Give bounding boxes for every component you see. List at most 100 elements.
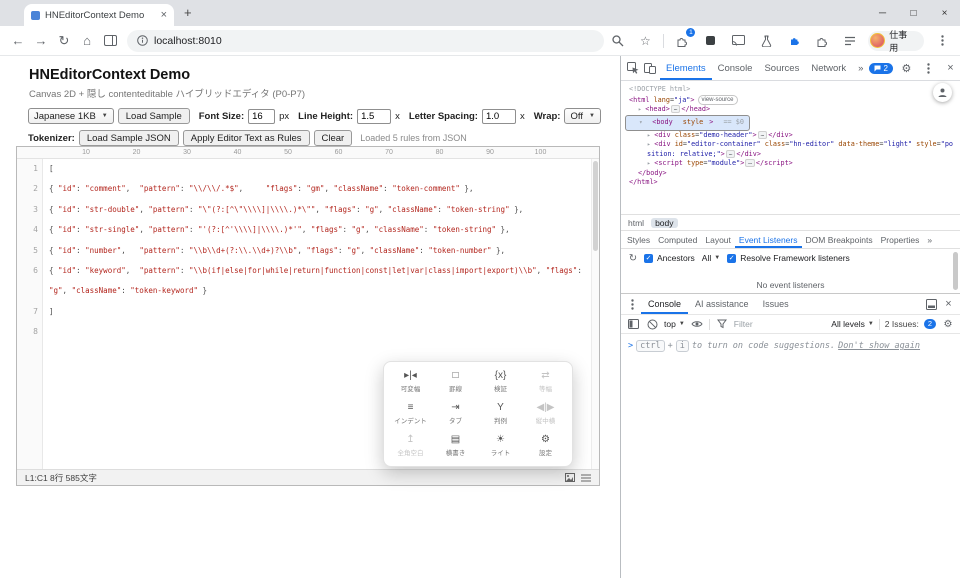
tab-styles[interactable]: Styles — [623, 231, 654, 248]
line-content[interactable]: { "id": "str-double", "pattern": "\"(?:[… — [43, 200, 591, 220]
window-maximize-button[interactable]: □ — [898, 0, 929, 26]
devtools-menu-icon[interactable] — [920, 63, 937, 74]
profile-chip[interactable]: 仕事用 — [868, 31, 924, 51]
palette-button[interactable]: ▸|◂可変幅 — [388, 366, 433, 398]
dom-tree-node[interactable]: ▾ <body style> == $0 — [625, 115, 750, 131]
line-content[interactable]: { "id": "keyword", "pattern": "\\b(if|el… — [43, 261, 591, 302]
dom-tree-node[interactable]: <html lang="ja">view-source — [625, 95, 956, 106]
devtools-settings-icon[interactable]: ⚙ — [898, 62, 915, 75]
wrap-select[interactable]: Off▼ — [564, 108, 600, 124]
console-context-select[interactable]: top▼ — [664, 319, 685, 329]
line-content[interactable]: { "id": "number", "pattern": "\\b\\d+(?:… — [43, 241, 591, 261]
resolve-framework-checkbox[interactable]: ✓ — [727, 254, 736, 263]
reload-icon[interactable]: ↻ — [54, 31, 74, 51]
dom-tree-node[interactable]: <!DOCTYPE html> — [625, 85, 956, 95]
assistant-fab[interactable] — [933, 83, 952, 102]
image-icon[interactable] — [565, 473, 575, 482]
dom-tree-node[interactable]: ▸ <script type="module">…</script> — [625, 159, 956, 169]
window-close-button[interactable]: × — [929, 0, 960, 26]
cast-icon[interactable] — [728, 31, 748, 51]
drawer-tab-ai-assistance[interactable]: AI assistance — [688, 294, 756, 314]
tab-event-listeners[interactable]: Event Listeners — [735, 231, 802, 248]
line-content[interactable]: [ — [43, 159, 591, 179]
dom-tree-node[interactable]: ▸ <div class="demo-header">…</div> — [625, 131, 956, 141]
devtools-tab-sources[interactable]: Sources — [758, 56, 805, 80]
sidebar-tabs-overflow-icon[interactable]: » — [923, 231, 936, 248]
new-tab-button[interactable]: + — [184, 5, 192, 20]
extension-with-badge-icon[interactable]: 1 — [672, 31, 692, 51]
clear-console-icon[interactable] — [645, 319, 659, 330]
dismiss-hint-link[interactable]: Don't show again — [838, 341, 920, 351]
palette-button[interactable]: ◀|▶縦中横 — [523, 398, 568, 430]
palette-button[interactable]: ⇥タブ — [433, 398, 478, 430]
drawer-close-icon[interactable]: × — [940, 294, 957, 314]
line-content[interactable]: ] — [43, 302, 591, 322]
palette-button[interactable]: ▤横書き — [433, 430, 478, 462]
devtools-tab-network[interactable]: Network — [805, 56, 852, 80]
home-icon[interactable]: ⌂ — [77, 31, 97, 51]
live-expression-eye-icon[interactable] — [690, 319, 704, 329]
palette-button[interactable]: {x}検証 — [478, 366, 523, 398]
palette-button[interactable]: ≡インデント — [388, 398, 433, 430]
inspect-element-icon[interactable] — [624, 56, 641, 80]
breadcrumb-body[interactable]: body — [651, 218, 677, 228]
line-height-input[interactable] — [357, 109, 391, 124]
tab-properties[interactable]: Properties — [877, 231, 924, 248]
puzzle-icon[interactable] — [812, 31, 832, 51]
dom-tree-node[interactable]: ▸ <head>…</head> — [625, 105, 956, 115]
issues-counter-badge[interactable]: 2 — [869, 63, 892, 74]
font-size-input[interactable] — [248, 109, 275, 124]
listener-category-select[interactable]: All▼ — [699, 253, 723, 263]
dom-tree-node[interactable]: </body> — [625, 169, 956, 179]
flask-icon[interactable] — [756, 31, 776, 51]
console-settings-icon[interactable]: ⚙ — [941, 319, 955, 330]
load-sample-json-button[interactable]: Load Sample JSON — [79, 130, 179, 146]
breadcrumb-html[interactable]: html — [628, 218, 644, 228]
tab-close-icon[interactable]: × — [161, 10, 167, 21]
line-content[interactable] — [43, 322, 591, 342]
palette-button[interactable]: Y判例 — [478, 398, 523, 430]
sample-select[interactable]: Japanese 1KB▼ — [28, 108, 114, 124]
tab-dom-breakpoints[interactable]: DOM Breakpoints — [802, 231, 877, 248]
dock-panel-icon[interactable] — [923, 294, 940, 314]
pinned-extension-icon[interactable] — [784, 31, 804, 51]
forward-icon[interactable]: → — [31, 31, 51, 51]
device-toolbar-icon[interactable] — [641, 56, 658, 80]
drawer-tab-console[interactable]: Console — [641, 294, 688, 314]
site-info-icon[interactable] — [137, 35, 148, 46]
dom-tree-node[interactable]: </html> — [625, 178, 956, 188]
ancestors-checkbox[interactable]: ✓ — [644, 254, 653, 263]
window-minimize-button[interactable]: ─ — [867, 0, 898, 26]
drawer-tab-issues[interactable]: Issues — [756, 294, 796, 314]
console-filter-input[interactable]: Filter — [734, 319, 753, 329]
dom-tree-node[interactable]: ▸ <div id="editor-container" class="hn-e… — [625, 140, 956, 159]
letter-spacing-input[interactable] — [482, 109, 516, 124]
issues-link-label[interactable]: 2 Issues: — [885, 319, 919, 329]
devtools-tab-elements[interactable]: Elements — [660, 56, 712, 80]
devtools-tab-console[interactable]: Console — [712, 56, 759, 80]
palette-button[interactable]: □罫線 — [433, 366, 478, 398]
drawer-menu-icon[interactable] — [624, 294, 641, 314]
palette-button[interactable]: ⚙設定 — [523, 430, 568, 462]
zoom-icon[interactable] — [607, 31, 627, 51]
console-sidebar-icon[interactable] — [626, 319, 640, 329]
notes-icon[interactable] — [840, 31, 860, 51]
devtools-tabs-overflow-icon[interactable]: » — [852, 56, 869, 80]
palette-button[interactable]: ☀ライト — [478, 430, 523, 462]
editor-menu-icon[interactable] — [581, 474, 591, 482]
refresh-icon[interactable]: ↻ — [626, 253, 640, 264]
line-content[interactable]: { "id": "comment", "pattern": "\\/\\/.*$… — [43, 179, 591, 199]
tab-computed[interactable]: Computed — [654, 231, 701, 248]
code-editor[interactable]: 102030405060708090100 1[2{ "id": "commen… — [16, 146, 600, 486]
palette-button[interactable]: ⇄等幅 — [523, 366, 568, 398]
log-levels-select[interactable]: All levels▼ — [831, 319, 874, 329]
scrollbar-thumb[interactable] — [593, 161, 598, 251]
address-bar[interactable]: localhost:8010 — [127, 30, 604, 52]
clear-button[interactable]: Clear — [314, 130, 353, 146]
editor-scrollbar[interactable] — [591, 159, 599, 469]
sidebar-scrollbar[interactable] — [953, 252, 958, 290]
browser-menu-icon[interactable] — [932, 31, 952, 51]
browser-tab[interactable]: HNEditorContext Demo × — [24, 4, 174, 26]
side-panel-icon[interactable] — [100, 31, 120, 51]
palette-button[interactable]: ↥全角空白 — [388, 430, 433, 462]
